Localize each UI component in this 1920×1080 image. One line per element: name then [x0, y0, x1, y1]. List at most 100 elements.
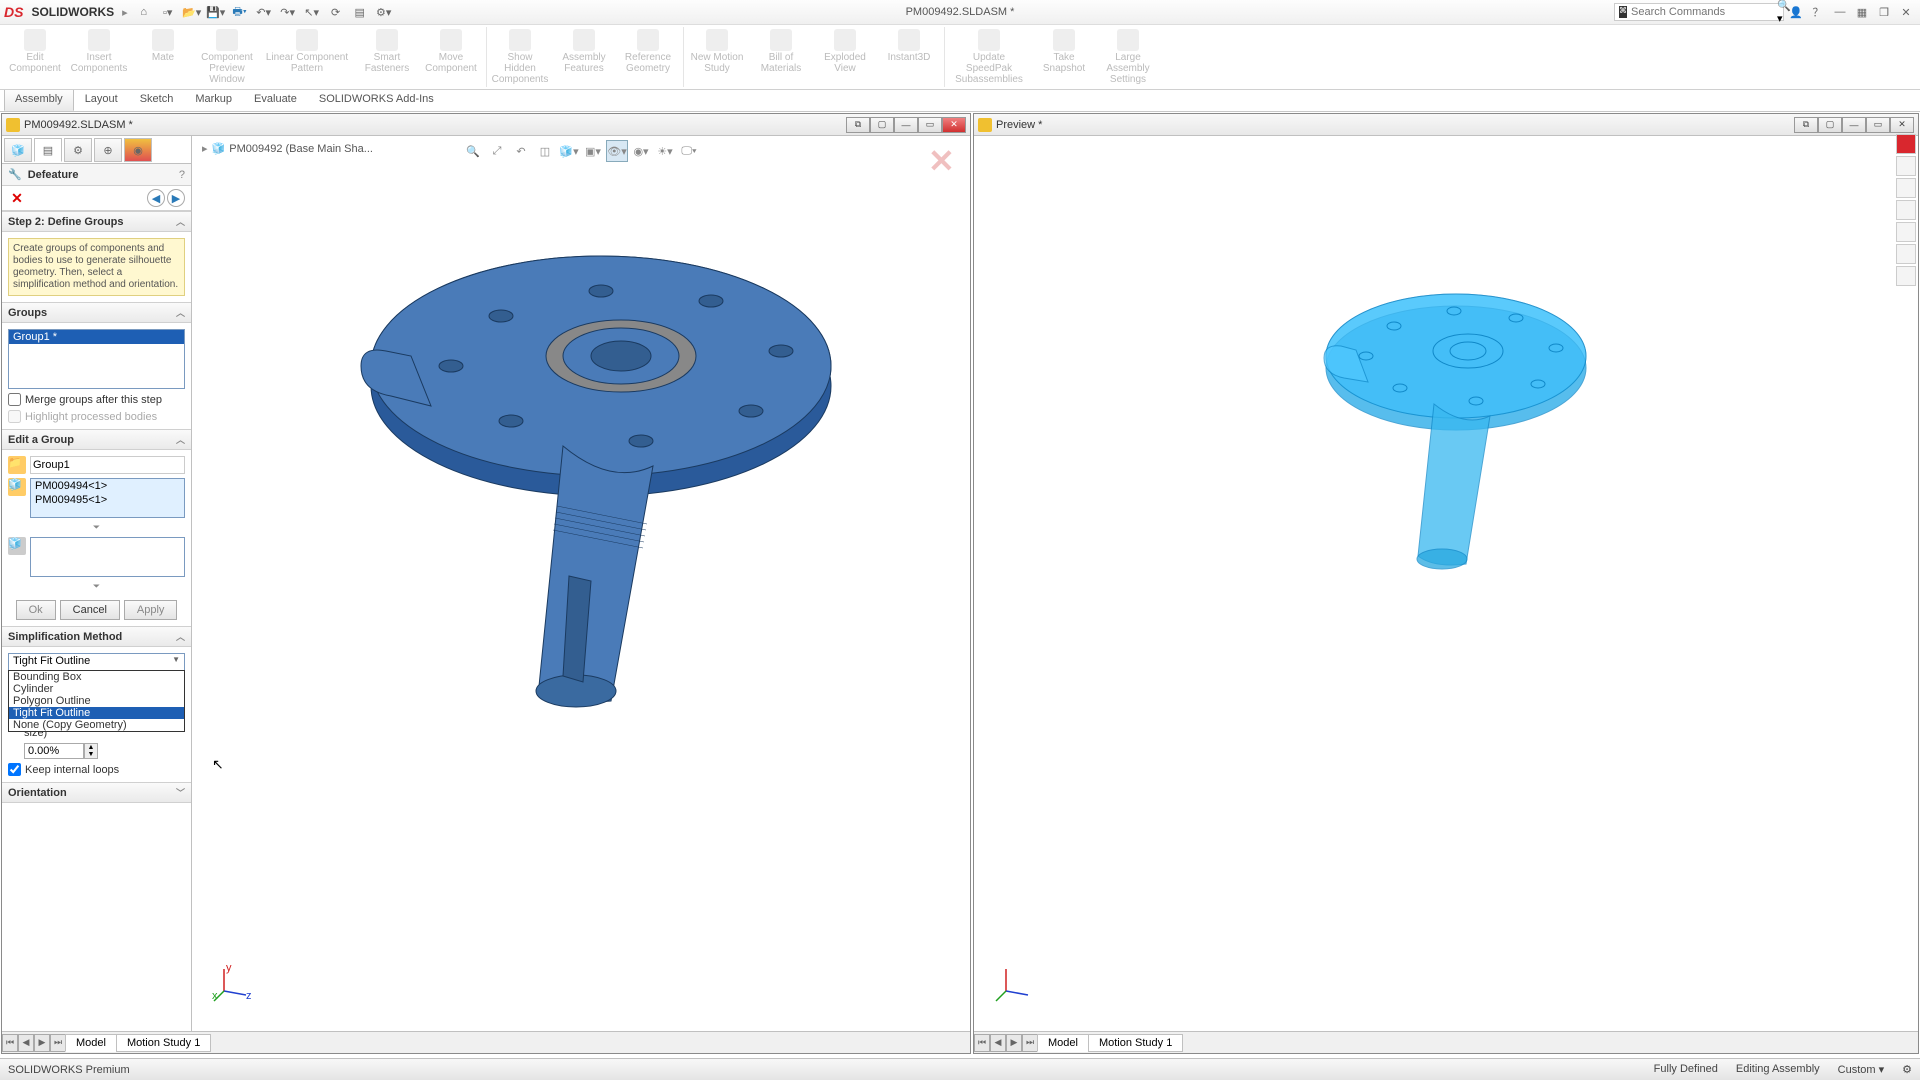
orientation-header[interactable]: Orientation ﹀ — [2, 782, 191, 803]
open-icon[interactable]: 📂▾ — [182, 2, 202, 22]
new-icon[interactable]: ▫▾ — [158, 2, 178, 22]
spinner-buttons[interactable]: ▲▼ — [84, 743, 98, 759]
option-none-copy-geometry[interactable]: None (Copy Geometry) — [9, 719, 184, 731]
expand-icon[interactable]: ﹀ — [176, 786, 185, 799]
fm-tab-property-manager[interactable]: ▤ — [34, 138, 62, 162]
view-triad[interactable]: y z x — [212, 963, 252, 1003]
restore-icon[interactable]: ❐ — [1874, 2, 1894, 22]
win-btn-2[interactable]: ▢ — [1818, 117, 1842, 133]
win-maximize[interactable]: ▭ — [1866, 117, 1890, 133]
search-commands-box[interactable]: ⌘ 🔍▾ — [1614, 3, 1784, 21]
main-window-titlebar[interactable]: PM009492.SLDASM * ⧉ ▢ — ▭ ✕ — [2, 114, 970, 136]
win-btn-2[interactable]: ▢ — [870, 117, 894, 133]
pm-next-button[interactable]: ▶ — [167, 189, 185, 207]
fm-tab-dimxpert[interactable]: ⊕ — [94, 138, 122, 162]
pm-help-icon[interactable]: ? — [179, 169, 185, 181]
bill-of-materials-button[interactable]: Bill of Materials — [752, 27, 810, 87]
view-triad[interactable] — [994, 963, 1034, 1003]
section-view-icon[interactable]: ◫ — [534, 140, 556, 162]
keep-internal-loops-input[interactable] — [8, 763, 21, 776]
display-style-icon[interactable]: ▣▾ — [582, 140, 604, 162]
simplification-method-dropdown[interactable]: Tight Fit Outline ▼ Bounding Box Cylinde… — [8, 653, 185, 671]
tab-layout[interactable]: Layout — [74, 90, 129, 111]
step-header[interactable]: Step 2: Define Groups ︿ — [2, 211, 191, 232]
preview-graphics-viewport[interactable] — [974, 136, 1918, 1031]
previous-view-icon[interactable]: ↶ — [510, 140, 532, 162]
taskpane-file-explorer[interactable] — [1896, 178, 1916, 198]
fm-tab-feature-tree[interactable]: 🧊 — [4, 138, 32, 162]
view-settings-icon[interactable]: 🖵▾ — [678, 140, 700, 162]
win-close[interactable]: ✕ — [942, 117, 966, 133]
linear-component-pattern-button[interactable]: Linear Component Pattern — [262, 27, 352, 87]
percentage-spinner[interactable]: ▲▼ — [24, 743, 98, 759]
ok-button[interactable]: Ok — [16, 600, 56, 620]
help-icon[interactable]: ？ — [1808, 2, 1828, 22]
redo-icon[interactable]: ↷▾ — [278, 2, 298, 22]
taskpane-custom-properties[interactable] — [1896, 244, 1916, 264]
tab-next-icon[interactable]: ▶ — [34, 1034, 50, 1052]
window-layout-icon[interactable]: ▦ — [1852, 2, 1872, 22]
breadcrumb-expand-icon[interactable]: ▸ — [202, 142, 208, 155]
hide-show-items-icon[interactable]: 👁▾ — [606, 140, 628, 162]
breadcrumb[interactable]: ▸ 🧊 PM009492 (Base Main Sha... — [202, 142, 373, 155]
option-polygon-outline[interactable]: Polygon Outline — [9, 695, 184, 707]
zoom-fit-icon[interactable]: 🔍 — [462, 140, 484, 162]
search-input[interactable] — [1631, 6, 1773, 18]
groups-header[interactable]: Groups ︿ — [2, 302, 191, 323]
tab-assembly[interactable]: Assembly — [4, 90, 74, 111]
tab-sketch[interactable]: Sketch — [129, 90, 185, 111]
close-icon[interactable]: ✕ — [1896, 2, 1916, 22]
win-minimize[interactable]: — — [1842, 117, 1866, 133]
instant3d-button[interactable]: Instant3D — [880, 27, 938, 87]
status-gear-icon[interactable]: ⚙ — [1902, 1063, 1912, 1076]
win-minimize[interactable]: — — [894, 117, 918, 133]
collapse-icon[interactable]: ︿ — [176, 215, 185, 228]
collapse-icon[interactable]: ︿ — [176, 433, 185, 446]
update-speedpak-button[interactable]: Update SpeedPak Subassemblies — [949, 27, 1029, 87]
pm-back-button[interactable]: ◀ — [147, 189, 165, 207]
tab-next-icon[interactable]: ▶ — [1006, 1034, 1022, 1052]
highlight-bodies-checkbox[interactable]: Highlight processed bodies — [8, 410, 185, 423]
taskpane-appearances[interactable] — [1896, 222, 1916, 242]
minimize-icon[interactable]: — — [1830, 2, 1850, 22]
options-icon[interactable]: ▤ — [350, 2, 370, 22]
home-icon[interactable]: ⌂ — [134, 2, 154, 22]
zoom-area-icon[interactable]: ⤢ — [486, 140, 508, 162]
edit-appearance-icon[interactable]: ◉▾ — [630, 140, 652, 162]
option-tight-fit-outline[interactable]: Tight Fit Outline — [9, 707, 184, 719]
rebuild-icon[interactable]: ⟳ — [326, 2, 346, 22]
option-cylinder[interactable]: Cylinder — [9, 683, 184, 695]
tab-model[interactable]: Model — [1037, 1034, 1089, 1052]
large-assembly-settings-button[interactable]: Large Assembly Settings — [1099, 27, 1157, 87]
show-hidden-components-button[interactable]: Show Hidden Components — [491, 27, 549, 87]
dropdown-icon[interactable]: ▸ — [122, 6, 128, 19]
tab-evaluate[interactable]: Evaluate — [243, 90, 308, 111]
win-btn-1[interactable]: ⧉ — [846, 117, 870, 133]
select-icon[interactable]: ↖▾ — [302, 2, 322, 22]
taskpane-view-palette[interactable] — [1896, 200, 1916, 220]
undo-icon[interactable]: ↶▾ — [254, 2, 274, 22]
cancel-button[interactable]: Cancel — [60, 600, 120, 620]
simplification-selected[interactable]: Tight Fit Outline ▼ — [8, 653, 185, 671]
tab-model[interactable]: Model — [65, 1034, 117, 1052]
tab-prev-icon[interactable]: ◀ — [990, 1034, 1006, 1052]
simplification-method-header[interactable]: Simplification Method ︿ — [2, 626, 191, 647]
body-item[interactable]: PM009494<1> — [31, 479, 184, 493]
user-icon[interactable]: 👤 — [1786, 2, 1806, 22]
tab-solidworks-addins[interactable]: SOLIDWORKS Add-Ins — [308, 90, 445, 111]
move-component-button[interactable]: Move Component — [422, 27, 480, 87]
take-snapshot-button[interactable]: Take Snapshot — [1035, 27, 1093, 87]
tab-first-icon[interactable]: ⏮ — [974, 1034, 990, 1052]
view-orientation-icon[interactable]: 🧊▾ — [558, 140, 580, 162]
tab-prev-icon[interactable]: ◀ — [18, 1034, 34, 1052]
assembly-features-button[interactable]: Assembly Features — [555, 27, 613, 87]
reference-geometry-button[interactable]: Reference Geometry — [619, 27, 677, 87]
exclude-selection-listbox[interactable] — [30, 537, 185, 577]
apply-scene-icon[interactable]: ☀▾ — [654, 140, 676, 162]
mate-button[interactable]: Mate — [134, 27, 192, 87]
merge-groups-input[interactable] — [8, 393, 21, 406]
body-item[interactable]: PM009495<1> — [31, 493, 184, 507]
option-bounding-box[interactable]: Bounding Box — [9, 671, 184, 683]
percentage-input[interactable] — [24, 743, 84, 759]
win-maximize[interactable]: ▭ — [918, 117, 942, 133]
